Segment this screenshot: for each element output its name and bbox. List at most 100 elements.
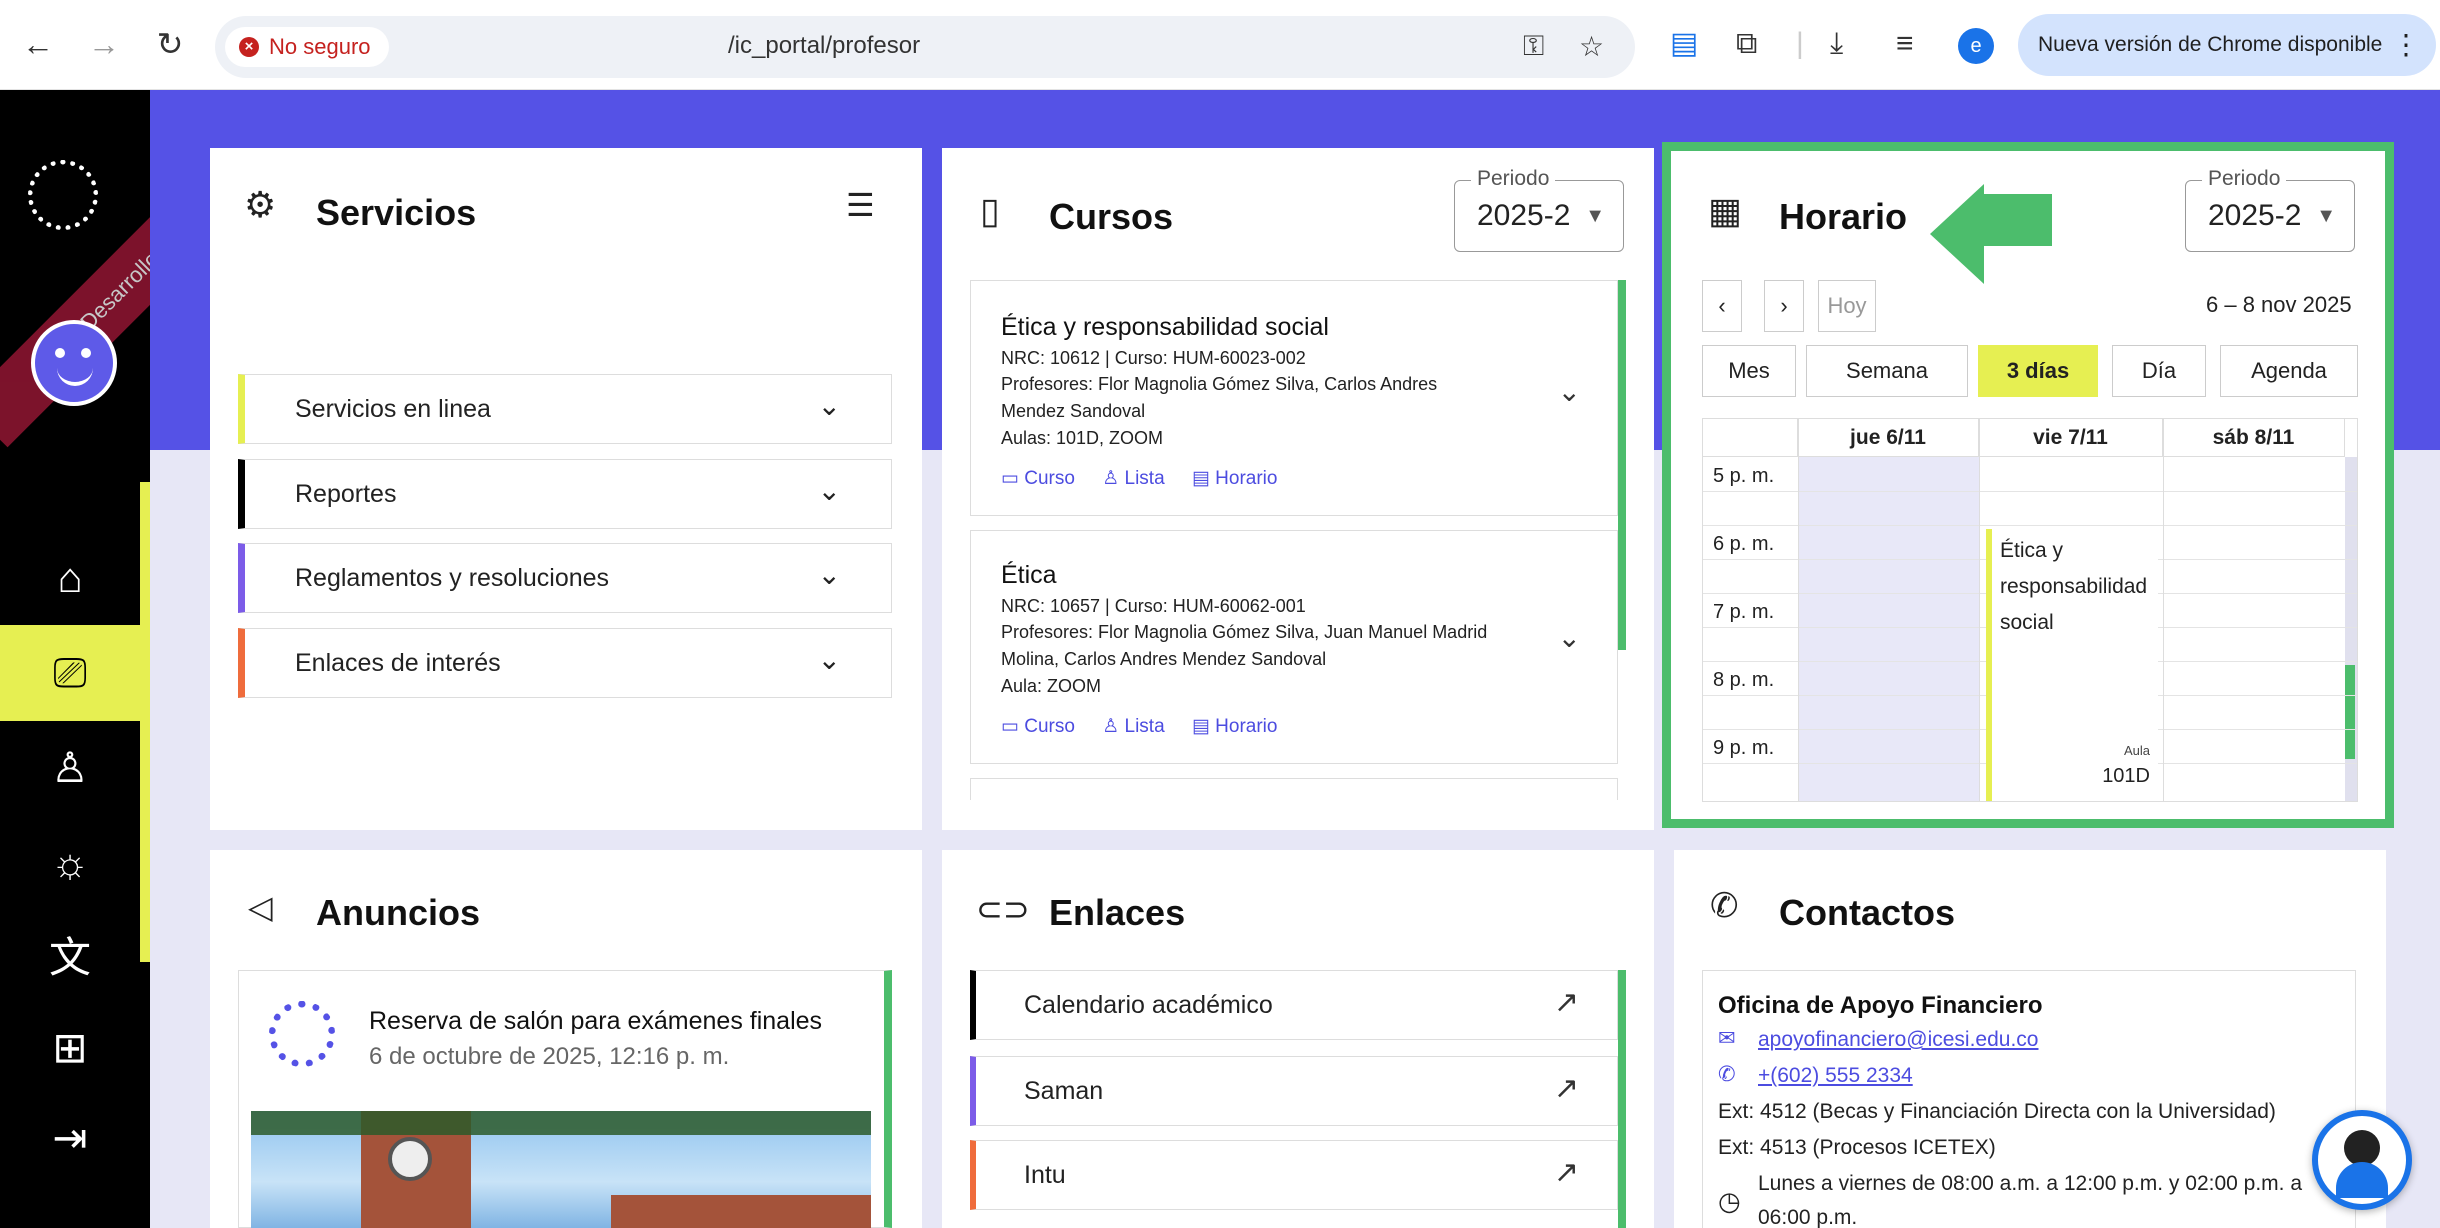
toolbar-divider: | [1796, 27, 1804, 60]
schedule-grid: jue 6/11 vie 7/11 sáb 8/11 5 p. m. 6 p. … [1702, 418, 2358, 802]
scroll-indicator[interactable] [1618, 280, 1626, 650]
settings-icon[interactable]: ☼ [0, 815, 140, 911]
chrome-update-button[interactable]: Nueva versión de Chrome disponible ⋮ [2018, 14, 2436, 76]
user-icon[interactable]: ♙ [0, 720, 140, 816]
chevron-down-icon[interactable]: ⌄ [1558, 621, 1581, 654]
course-link-lista[interactable]: ♙ Lista [1102, 468, 1164, 489]
accordion-label: Reglamentos y resoluciones [295, 564, 610, 592]
class-icon[interactable]: ⎚ [0, 625, 140, 721]
profile-avatar[interactable]: e [1958, 28, 1994, 64]
not-secure-chip[interactable]: × No seguro [225, 27, 389, 67]
chevron-down-icon[interactable]: ⌄ [1558, 375, 1581, 408]
extensions-icon[interactable]: ⧉ [1736, 24, 1757, 64]
assistant-chat-button[interactable] [2312, 1110, 2412, 1210]
view-3dias-button[interactable]: 3 días [1978, 345, 2098, 397]
home-icon[interactable]: ⌂ [0, 530, 140, 626]
accordion-label: Servicios en linea [295, 395, 491, 423]
grid-scroll-thumb[interactable] [2345, 665, 2355, 759]
user-avatar[interactable] [31, 320, 117, 406]
accordion-reportes[interactable]: Reportes ⌄ [238, 459, 892, 529]
course-link-lista[interactable]: ♙ Lista [1102, 716, 1164, 737]
translate-icon[interactable]: 文 [0, 910, 140, 1006]
chevron-down-icon: ⌄ [817, 644, 841, 675]
forward-icon[interactable]: → [84, 24, 124, 64]
accordion-reglamentos[interactable]: Reglamentos y resoluciones ⌄ [238, 543, 892, 613]
apps-icon[interactable]: ⊞ [0, 1000, 140, 1096]
building-roof [611, 1195, 871, 1228]
mail-icon: ✉ [1718, 1027, 1736, 1050]
periodo-label: Periodo [2202, 167, 2287, 191]
cursos-periodo-select[interactable]: Periodo 2025-2 ▼ [1454, 167, 1624, 252]
course-nrc: NRC: 10657 | Curso: HUM-60062-001 [1001, 596, 1306, 616]
contact-phone[interactable]: +(602) 555 2334 [1758, 1064, 1913, 1088]
view-agenda-button[interactable]: Agenda [2220, 345, 2358, 397]
link-saman[interactable]: Saman ↗ [970, 1056, 1618, 1126]
accordion-enlaces-de-interes[interactable]: Enlaces de interés ⌄ [238, 628, 892, 698]
chevron-down-icon: ⌄ [817, 390, 841, 421]
course-link-horario[interactable]: ▤ Horario [1192, 716, 1278, 737]
link-calendario-academico[interactable]: Calendario académico ↗ [970, 970, 1618, 1040]
megaphone-icon: ◁ [248, 889, 273, 925]
reading-list-icon[interactable]: ≡ [1896, 24, 1914, 64]
book-icon: ▯ [980, 190, 1000, 231]
course-nrc: NRC: 10612 | Curso: HUM-60023-002 [1001, 348, 1306, 368]
reload-icon[interactable]: ↻ [150, 24, 190, 64]
contact-office: Oficina de Apoyo Financiero [1718, 992, 2043, 1019]
horario-periodo-select[interactable]: Periodo 2025-2 ▼ [2185, 167, 2355, 252]
external-link-icon: ↗ [1553, 1072, 1579, 1105]
tree-canopy [251, 1111, 871, 1135]
view-mes-button[interactable]: Mes [1702, 345, 1796, 397]
sidebar: Desarrollo ⌂ ⎚ ♙ ☼ 文 ⊞ ⇥ [0, 90, 277, 1228]
course-link-curso[interactable]: ▭ Curso [1001, 468, 1075, 489]
link-intu[interactable]: Intu ↗ [970, 1140, 1618, 1210]
back-icon[interactable]: ← [18, 24, 58, 64]
today-column [1798, 457, 1979, 801]
filter-icon[interactable]: ☰ [846, 186, 875, 224]
phone-small-icon: ✆ [1718, 1063, 1736, 1086]
scroll-indicator[interactable] [1618, 970, 1626, 1228]
course-item[interactable]: Ética y responsabilidad social NRC: 1061… [970, 280, 1618, 516]
url-text[interactable]: /ic_portal/profesor [728, 32, 920, 60]
dropdown-arrow-icon: ▼ [2316, 205, 2336, 227]
logout-icon[interactable]: ⇥ [0, 1090, 140, 1186]
enlaces-title: Enlaces [1049, 892, 1186, 933]
menu-dots-icon[interactable]: ⋮ [2392, 14, 2420, 76]
course-name: Ética [1001, 561, 1057, 589]
today-button[interactable]: Hoy [1818, 280, 1876, 332]
address-bar[interactable]: × No seguro /ic_portal/profesor ⚿ ☆ [215, 16, 1635, 78]
periodo-value: 2025-2 [1477, 199, 1571, 232]
contactos-title: Contactos [1779, 892, 1956, 933]
password-key-icon[interactable]: ⚿ [1523, 30, 1544, 63]
grid-vline [2163, 419, 2164, 801]
course-item[interactable] [970, 778, 1618, 800]
date-range: 6 – 8 nov 2025 [2206, 292, 2352, 317]
bookmark-star-icon[interactable]: ☆ [1579, 30, 1604, 63]
announcement-item[interactable]: Reserva de salón para exámenes finales 6… [238, 970, 892, 1228]
event-room: 101D [2102, 765, 2150, 787]
next-button[interactable]: › [1764, 280, 1804, 332]
arrow-annotation-head [1930, 184, 1984, 284]
external-link-icon: ↗ [1553, 986, 1579, 1019]
contact-email[interactable]: apoyofinanciero@icesi.edu.co [1758, 1028, 2039, 1052]
link-label: Saman [1024, 1077, 1104, 1105]
assistant-avatar-icon [2344, 1130, 2380, 1166]
announcement-image [251, 1111, 871, 1228]
course-name: Ética y responsabilidad social [1001, 313, 1329, 341]
event-title: Ética y responsabilidad social [2000, 539, 2148, 634]
schedule-event[interactable]: Ética y responsabilidad social Aula 101D [1986, 529, 2158, 801]
cursos-title: Cursos [1049, 196, 1174, 237]
course-links: ▭ Curso ♙ Lista ▤ Horario [1001, 715, 1299, 738]
phone-icon: ✆ [1710, 887, 1739, 925]
accordion-servicios-en-linea[interactable]: Servicios en linea ⌄ [238, 374, 892, 444]
contact-ext2: Ext: 4513 (Procesos ICETEX) [1718, 1136, 1996, 1159]
view-dia-button[interactable]: Día [2112, 345, 2206, 397]
course-item[interactable]: Ética NRC: 10657 | Curso: HUM-60062-001 … [970, 530, 1618, 764]
view-semana-button[interactable]: Semana [1806, 345, 1968, 397]
calendar-extension-icon[interactable]: ▤ [1670, 24, 1698, 64]
course-links: ▭ Curso ♙ Lista ▤ Horario [1001, 467, 1299, 490]
download-icon[interactable]: ⤓ [1830, 24, 1843, 64]
course-link-curso[interactable]: ▭ Curso [1001, 716, 1075, 737]
course-link-horario[interactable]: ▤ Horario [1192, 468, 1278, 489]
prev-button[interactable]: ‹ [1702, 280, 1742, 332]
link-label: Calendario académico [1024, 991, 1273, 1019]
